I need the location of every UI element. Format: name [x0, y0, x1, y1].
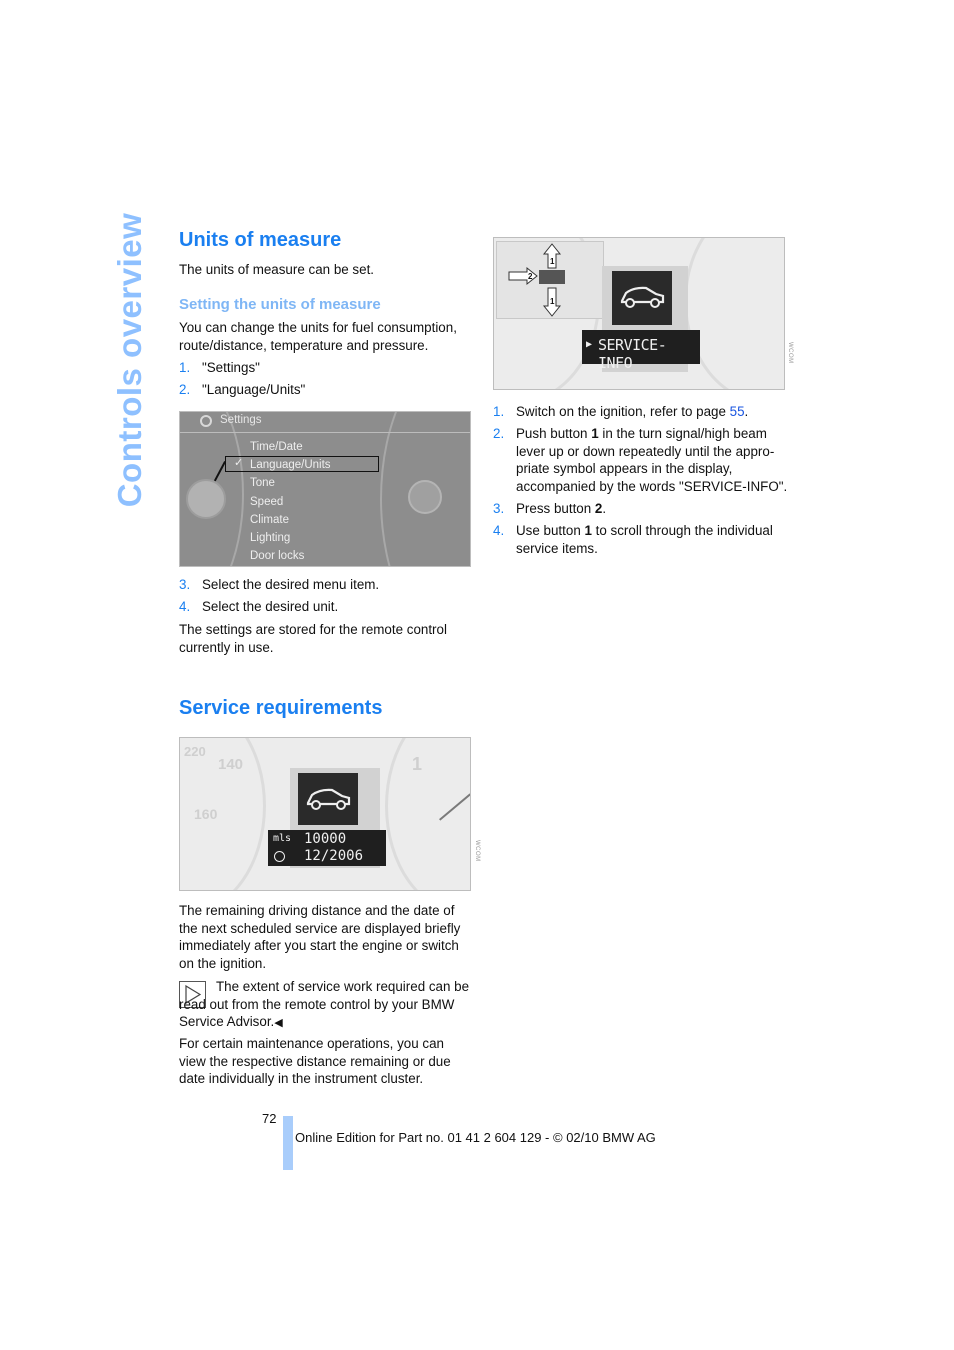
service-info-readout: mls 10000 12/2006	[268, 830, 386, 866]
step-text-end: .	[602, 501, 607, 517]
step-number: 2.	[179, 382, 191, 398]
menu-item-door-locks: Door locks	[250, 550, 305, 563]
menu-item-climate: Climate	[250, 513, 289, 526]
checkmark-icon: ✓	[234, 457, 244, 469]
service-para-1: The remaining driving distance and the d…	[179, 903, 461, 971]
car-service-icon	[620, 286, 665, 308]
settings-header: Settings	[180, 412, 470, 433]
units-steps-b: 3. Select the desired menu item. 4. Select…	[179, 576, 471, 620]
service-info-text: SERVICE-INFO	[598, 336, 667, 372]
step-text: Select the desired unit.	[202, 599, 339, 615]
step-text: "Language/Units"	[202, 382, 306, 398]
service-steps: 1. Switch on the ignition, refer to page …	[493, 403, 788, 562]
list-item: 1. "Settings"	[179, 359, 471, 377]
service-para-2: For certain maintenance operations, you …	[179, 1036, 451, 1087]
service-note: The extent of service work required can …	[179, 978, 471, 1033]
step-number: 4.	[493, 523, 505, 539]
button-ref: 1	[591, 426, 599, 442]
step-number: 1.	[179, 360, 191, 375]
list-item: 2. "Language/Units"	[179, 381, 471, 399]
list-item: 4. Use button 1 to scroll through the ind…	[493, 522, 788, 557]
list-item: 2. Push button 1 in the turn signal/high …	[493, 425, 788, 495]
menu-item-lighting: Lighting	[250, 531, 291, 544]
figure-code: WCOM	[787, 342, 793, 364]
button-ref: 1	[584, 523, 592, 539]
button-label-1-top: 1	[550, 257, 555, 266]
car-symbol-box	[298, 773, 358, 825]
service-info-figure: 1 2 1 ▶ SERVICE-INFO	[493, 237, 785, 390]
gear-icon	[200, 415, 212, 427]
heading-units-of-measure: Units of measure	[179, 229, 342, 251]
units-intro: The units of measure can be set.	[179, 262, 375, 277]
service-display-figure: 220 140 160 1 mls 10000 12/2006	[179, 737, 471, 891]
car-symbol-box	[612, 271, 672, 325]
side-section-title: Controls overview	[110, 213, 150, 508]
settings-title: Settings	[220, 414, 262, 426]
figure-code: WCOM	[474, 840, 480, 862]
distance-value: 10000	[304, 831, 347, 847]
heading-service-requirements: Service requirements	[179, 697, 383, 719]
edition-note: Online Edition for Part no. 01 41 2 604 …	[295, 1130, 656, 1145]
clock-icon	[274, 851, 285, 862]
page-link[interactable]: 55	[730, 404, 745, 419]
button-label-2: 2	[528, 272, 533, 281]
subheading-setting-units: Setting the units of measure	[179, 296, 381, 313]
list-item: 3. Select the desired menu item.	[179, 576, 471, 594]
lever-diagram: 1 2 1	[508, 243, 565, 317]
tachometer-gauge	[385, 738, 470, 890]
step-text: "Settings"	[202, 360, 260, 375]
step-number: 3.	[493, 501, 505, 517]
menu-item-time-date: Time/Date	[250, 441, 303, 453]
step-text: Press button	[516, 501, 595, 517]
step-text: Select the desired menu item.	[202, 577, 380, 592]
controller-knob-right	[408, 480, 442, 514]
gauge-label: 140	[218, 756, 244, 773]
units-outro: The settings are stored for the remote c…	[179, 622, 447, 655]
turn-signal-lever-inset: 1 2 1	[496, 241, 604, 319]
distance-units: mls	[273, 833, 292, 844]
play-arrow-icon: ▶	[586, 339, 593, 350]
step-number: 1.	[493, 404, 505, 419]
step-number: 3.	[179, 577, 191, 592]
list-item: 1. Switch on the ignition, refer to page …	[493, 403, 788, 421]
gauge-label: 220	[184, 744, 206, 759]
units-steps-a: 1. "Settings" 2. "Language/Units"	[179, 359, 471, 403]
service-info-bar: ▶ SERVICE-INFO	[582, 330, 700, 372]
note-text: The extent of service work required can …	[179, 979, 470, 1030]
step-text: Switch on the ignition, refer to page	[516, 404, 730, 419]
menu-item-speed: Speed	[250, 495, 284, 508]
step-number: 4.	[179, 599, 191, 615]
gauge-label: 1	[412, 754, 423, 774]
list-item: 3. Press button 2.	[493, 500, 788, 518]
footer-accent-bar	[283, 1116, 293, 1170]
settings-menu-list: Time/Date Language/Units Tone Speed Clim…	[250, 438, 331, 565]
step-text: Push button	[516, 426, 592, 442]
controller-knob-left	[186, 479, 226, 519]
service-date: 12/2006	[304, 848, 364, 864]
button-label-1-bottom: 1	[550, 297, 555, 306]
step-text: Use button	[516, 523, 585, 539]
end-marker-icon: ◀	[274, 1017, 283, 1030]
step-text-end: .	[744, 404, 749, 419]
page-number: 72	[262, 1111, 277, 1126]
menu-item-tone: Tone	[250, 477, 275, 490]
step-number: 2.	[493, 426, 505, 442]
car-service-icon	[306, 788, 351, 810]
side-title-text: Controls overview	[111, 212, 148, 508]
gauge-label: 160	[194, 806, 218, 822]
list-item: 4. Select the desired unit.	[179, 598, 471, 616]
settings-menu-figure: Settings ✓ Time/Date Language/Units Tone…	[179, 411, 471, 567]
units-body: You can change the units for fuel consum…	[179, 320, 457, 353]
menu-item-language-units: Language/Units	[250, 459, 331, 472]
